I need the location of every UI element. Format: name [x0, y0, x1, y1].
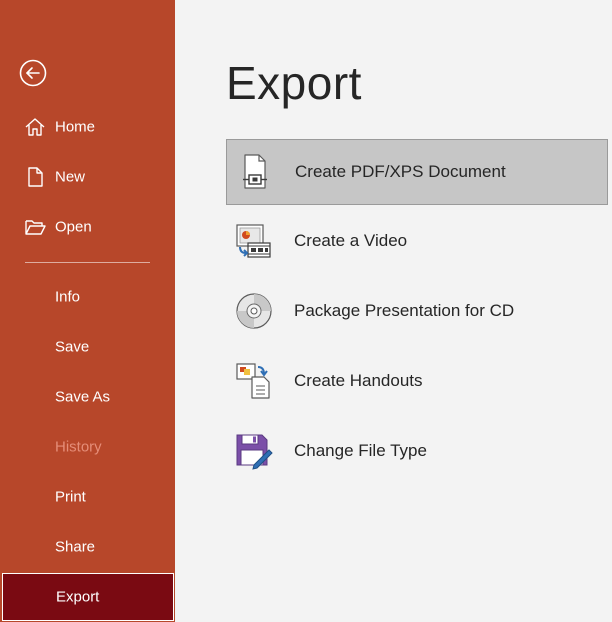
sidebar-item-open[interactable]: Open: [0, 207, 175, 247]
open-folder-icon: [24, 216, 46, 238]
back-button[interactable]: [19, 59, 47, 87]
cd-icon: [234, 291, 274, 331]
sidebar-item-share[interactable]: Share: [0, 527, 175, 567]
sidebar-item-home[interactable]: Home: [0, 107, 175, 147]
sidebar-item-label: Save: [55, 338, 90, 356]
export-option-create-video[interactable]: Create a Video: [226, 209, 608, 273]
sidebar-item-new[interactable]: New: [0, 157, 175, 197]
new-document-icon: [24, 166, 46, 188]
export-option-change-file-type[interactable]: Change File Type: [226, 419, 608, 483]
sidebar-item-print[interactable]: Print: [0, 477, 175, 517]
export-option-label: Create a Video: [294, 231, 408, 250]
home-icon: [24, 116, 46, 138]
sidebar-item-label: History: [55, 438, 102, 456]
export-option-label: Create Handouts: [294, 371, 423, 390]
sidebar-item-export[interactable]: Export: [2, 573, 174, 621]
page-title: Export: [226, 57, 362, 109]
video-icon: [234, 221, 274, 261]
export-option-label: Change File Type: [294, 441, 427, 460]
export-option-package-cd[interactable]: Package Presentation for CD: [226, 279, 608, 343]
export-option-label: Package Presentation for CD: [294, 301, 515, 320]
sidebar-item-label: Open: [55, 218, 92, 236]
sidebar-item-history: History: [0, 427, 175, 467]
sidebar-item-label: New: [55, 168, 86, 186]
sidebar-item-label: Home: [55, 118, 96, 136]
sidebar-item-label: Share: [55, 538, 96, 556]
export-option-create-pdf[interactable]: Create PDF/XPS Document: [226, 139, 608, 205]
sidebar-item-save[interactable]: Save: [0, 327, 175, 367]
export-option-create-handouts[interactable]: Create Handouts: [226, 349, 608, 413]
sidebar-item-label: Print: [55, 488, 86, 506]
sidebar-item-label: Export: [56, 588, 100, 606]
sidebar-item-label: Info: [55, 288, 81, 306]
sidebar-item-save-as[interactable]: Save As: [0, 377, 175, 417]
change-file-type-icon: [234, 431, 274, 471]
export-option-label: Create PDF/XPS Document: [295, 162, 506, 181]
sidebar-item-info[interactable]: Info: [0, 277, 175, 317]
backstage-view: Home New Open Info Save Save As History …: [0, 0, 612, 622]
back-arrow-icon: [19, 59, 47, 87]
sidebar-item-label: Save As: [55, 388, 111, 406]
sidebar-divider: [25, 262, 150, 263]
pdf-document-icon: [235, 152, 275, 192]
handouts-icon: [234, 361, 274, 401]
backstage-sidebar: Home New Open Info Save Save As History …: [0, 0, 175, 622]
